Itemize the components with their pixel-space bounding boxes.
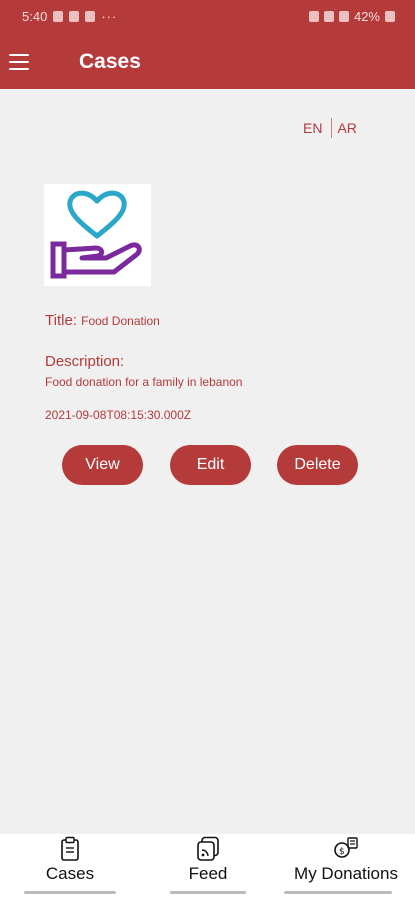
case-description-label: Description: [45,353,125,370]
language-divider [331,118,333,138]
bottom-navigation: Cases Feed $ My Donations [0,834,415,900]
status-time: 5:40 [22,9,48,24]
nav-indicator [170,891,246,894]
case-title-value: Food Donation [81,314,160,328]
donations-icon: $ [334,837,358,858]
case-title-label: Title: [45,312,77,329]
status-bar: 5:40 ··· 42% [0,0,415,36]
image-icon [69,11,80,22]
feed-icon [197,836,219,861]
hamburger-menu-icon[interactable] [9,54,29,70]
status-right: 42% [308,9,395,24]
delete-button[interactable]: Delete [277,445,358,485]
case-description-value: Food donation for a family in lebanon [45,375,243,389]
nav-item-feed[interactable]: Feed [168,834,248,900]
nav-item-cases[interactable]: Cases [24,834,116,900]
view-button[interactable]: View [62,445,143,485]
alarm-icon [308,11,319,22]
nav-item-my-donations[interactable]: $ My Donations [284,834,408,900]
nav-indicator [24,891,116,894]
page-title: Cases [79,50,141,73]
case-title: Title: Food Donation [45,312,160,329]
app-bar: Cases [0,36,415,89]
notification-icon [53,11,64,22]
edit-button[interactable]: Edit [170,445,251,485]
case-date: 2021-09-08T08:15:30.000Z [45,408,192,422]
svg-text:$: $ [339,847,345,857]
wifi-icon [323,11,334,22]
more-notifications-icon: ··· [101,9,118,24]
nav-label-cases: Cases [45,864,95,883]
app-icon [85,11,96,22]
battery-level: 42% [353,9,380,24]
nav-indicator [284,891,392,894]
nav-label-my-donations: My Donations [294,864,398,883]
heart-in-hand-icon [50,190,142,279]
battery-icon [385,11,395,22]
signal-icon [338,11,349,22]
language-en-link[interactable]: EN [303,120,322,136]
language-switch: EN AR [303,118,357,138]
clipboard-icon [61,836,79,861]
language-ar-link[interactable]: AR [337,120,356,136]
status-left: 5:40 ··· [22,9,117,24]
case-image [44,184,151,286]
nav-label-feed: Feed [188,864,228,883]
